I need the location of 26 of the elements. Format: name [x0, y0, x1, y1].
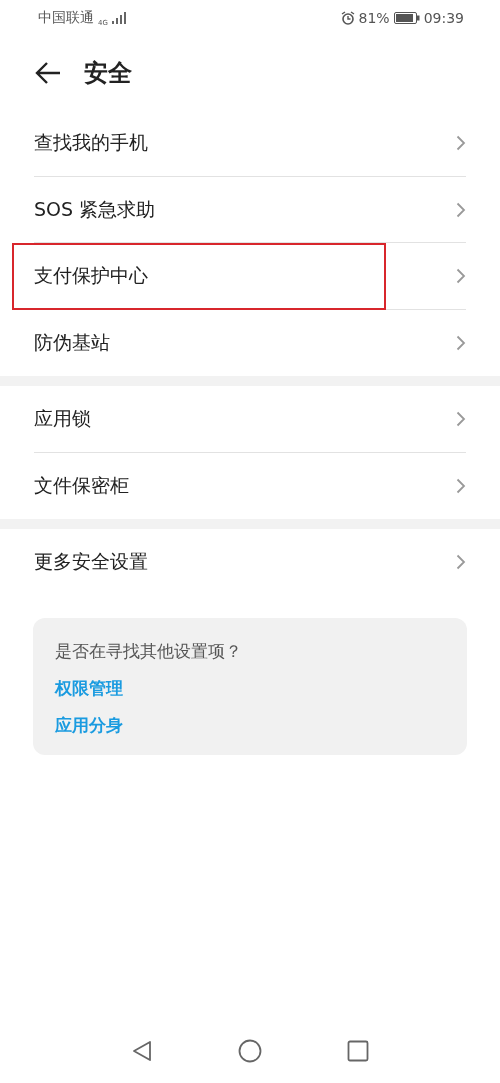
alarm-icon	[340, 11, 355, 25]
signal-icon	[111, 12, 126, 24]
battery-icon	[393, 12, 420, 24]
battery-percent: 81%	[358, 10, 390, 26]
suggestion-question: 是否在寻找其他设置项？	[55, 639, 243, 663]
page-title: 安全	[84, 58, 132, 89]
chevron-icon	[456, 135, 466, 152]
chevron-icon	[456, 411, 466, 428]
home-nav-icon[interactable]	[238, 1039, 262, 1063]
settings-item[interactable]: 文件保密柜	[0, 452, 500, 519]
chevron-icon	[456, 201, 466, 218]
settings-item[interactable]: 查找我的手机	[0, 110, 500, 177]
chevron-icon	[456, 334, 466, 351]
settings-item[interactable]: SOS 紧急求助	[0, 176, 500, 243]
settings-item[interactable]: 防伪基站	[0, 309, 500, 376]
clock-time: 09:39	[423, 10, 464, 26]
settings-item[interactable]: 应用锁	[0, 386, 500, 453]
chevron-icon	[456, 554, 466, 571]
settings-item[interactable]: 支付保护中心	[0, 243, 500, 310]
back-nav-icon[interactable]	[131, 1040, 153, 1062]
settings-item[interactable]: 更多安全设置	[0, 529, 500, 596]
carrier-name: 中国联通	[38, 9, 94, 27]
chevron-icon	[456, 477, 466, 494]
recents-nav-icon[interactable]	[347, 1040, 369, 1062]
back-button[interactable]	[34, 61, 62, 85]
chevron-icon	[456, 268, 466, 285]
